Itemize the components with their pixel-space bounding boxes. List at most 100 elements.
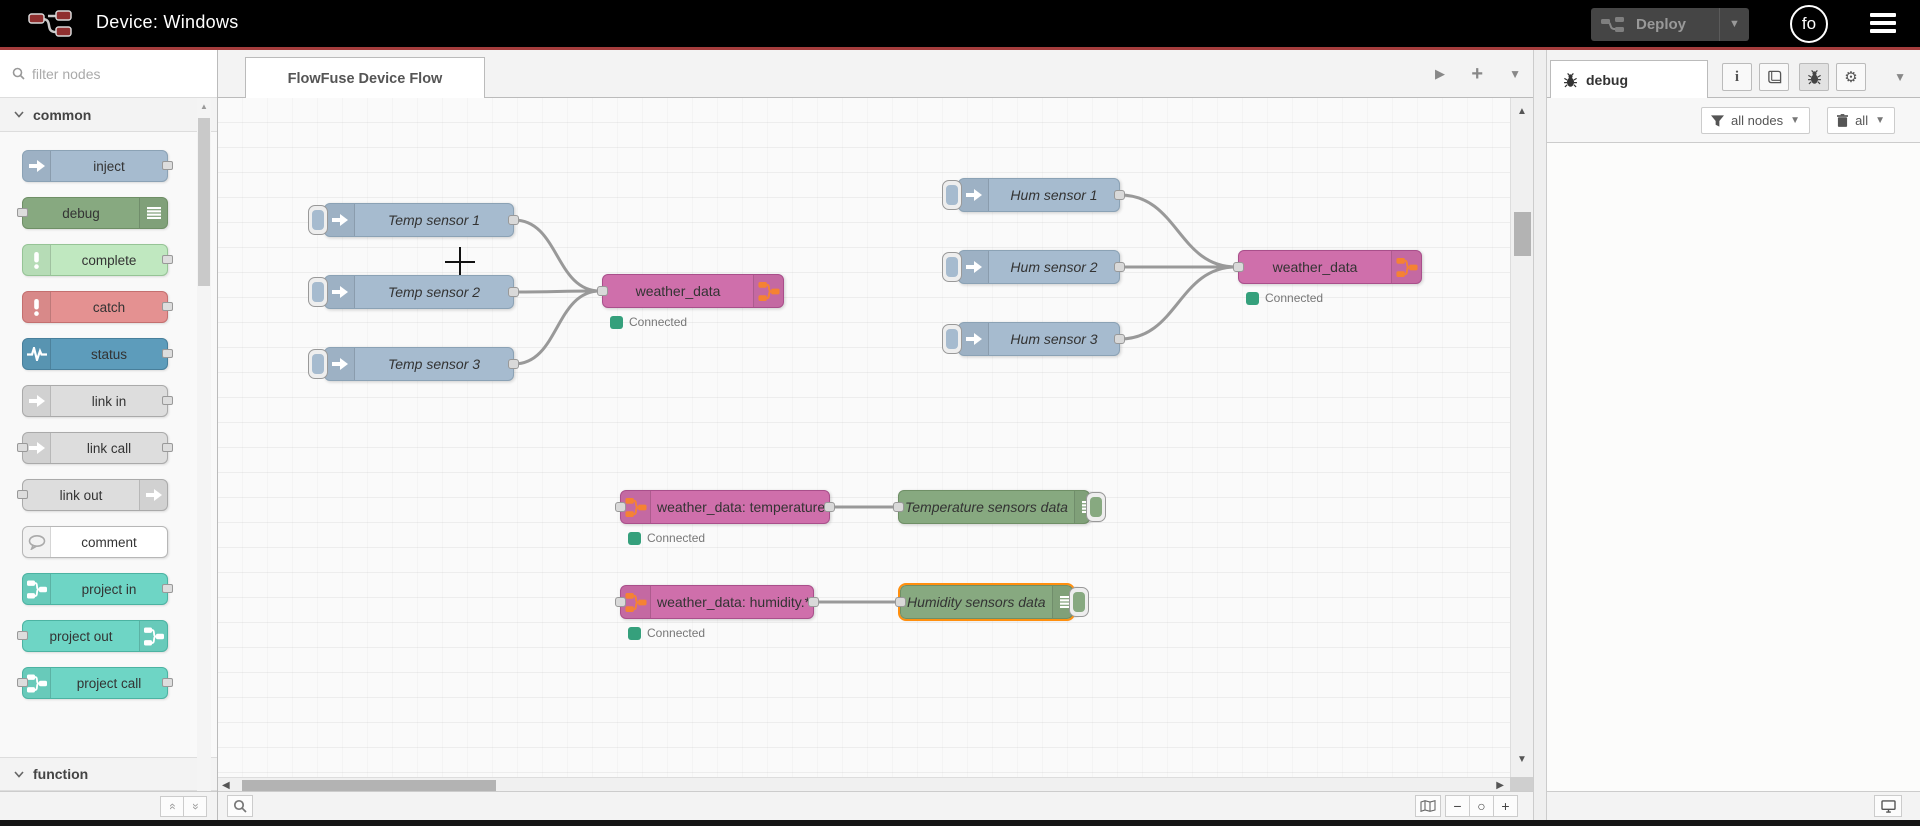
palette-node-comment[interactable]: comment <box>22 526 168 558</box>
palette-node-link-in[interactable]: link in <box>22 385 173 417</box>
config-tab-button[interactable]: ⚙ <box>1836 63 1866 91</box>
flow-node-temperature-sensors-data[interactable]: Temperature sensors data <box>893 490 1106 524</box>
input-port[interactable] <box>895 597 906 607</box>
input-port[interactable] <box>1233 262 1244 272</box>
output-port[interactable] <box>1114 190 1125 200</box>
palette-node-debug[interactable]: debug <box>17 197 168 229</box>
wire[interactable] <box>513 218 601 293</box>
arrow-icon <box>23 386 51 416</box>
palette-node-project-call[interactable]: project call <box>17 667 173 699</box>
palette-node-status[interactable]: status <box>22 338 173 370</box>
canvas-vertical-scrollbar[interactable]: ▲ ▼ <box>1510 98 1533 777</box>
scroll-up-icon[interactable]: ▲ <box>197 102 211 111</box>
palette-scrollbar[interactable]: ▲ <box>197 98 211 791</box>
input-port[interactable] <box>615 597 626 607</box>
inject-button[interactable] <box>942 180 962 210</box>
debug-toggle-button[interactable] <box>1086 492 1106 522</box>
bug-icon <box>1564 72 1577 87</box>
add-flow-button[interactable]: + <box>1471 50 1483 98</box>
flow-node-hum-sensor-3[interactable]: Hum sensor 3 <box>942 322 1125 356</box>
palette-category-common[interactable]: common <box>0 98 217 132</box>
scroll-down-icon[interactable]: ▼ <box>1511 754 1533 765</box>
flow-node-weather-data[interactable]: weather_data <box>597 274 784 308</box>
debug-filter-row: all nodes ▼ all ▼ <box>1547 98 1920 142</box>
main-menu-button[interactable] <box>1870 13 1896 37</box>
chevron-down-icon: ▼ <box>1790 115 1800 126</box>
flow-node-hum-sensor-2[interactable]: Hum sensor 2 <box>942 250 1125 284</box>
palette-scrollbar-thumb[interactable] <box>198 118 210 286</box>
sidebar-tabs-chevron-icon[interactable]: ▼ <box>1894 70 1906 84</box>
palette-node-project-out[interactable]: project out <box>17 620 168 652</box>
output-port[interactable] <box>508 215 519 225</box>
inject-button[interactable] <box>942 252 962 282</box>
palette-category-function[interactable]: function <box>0 757 217 791</box>
inject-button[interactable] <box>942 324 962 354</box>
scroll-up-icon[interactable]: ▲ <box>1511 106 1533 117</box>
inject-button[interactable] <box>308 277 328 307</box>
tab-flowfuse-device-flow[interactable]: FlowFuse Device Flow <box>245 57 485 99</box>
output-port[interactable] <box>1114 334 1125 344</box>
output-port[interactable] <box>824 502 835 512</box>
wire[interactable] <box>1119 193 1237 269</box>
status-dot-icon <box>1246 291 1259 305</box>
help-tab-button[interactable] <box>1759 63 1789 91</box>
canvas-horizontal-scrollbar[interactable]: ◀ ▶ <box>218 777 1510 792</box>
flow-node-weather-data-temperature-[interactable]: weather_data: temperature.* <box>615 490 835 524</box>
output-port[interactable] <box>808 597 819 607</box>
palette-node-link-out[interactable]: link out <box>17 479 168 511</box>
palette-node-complete[interactable]: complete <box>22 244 173 276</box>
zoom-in-button[interactable]: + <box>1493 795 1518 817</box>
output-port[interactable] <box>508 359 519 369</box>
sidebar-splitter[interactable] <box>1533 50 1547 820</box>
wire[interactable] <box>1119 265 1237 341</box>
debug-clear-button[interactable]: all ▼ <box>1827 107 1895 134</box>
flow-node-humidity-sensors-data[interactable]: Humidity sensors data <box>895 583 1089 621</box>
navigator-map-button[interactable] <box>1415 795 1441 817</box>
flow-node-hum-sensor-1[interactable]: Hum sensor 1 <box>942 178 1125 212</box>
input-port[interactable] <box>615 502 626 512</box>
palette-node-link-call[interactable]: link call <box>17 432 173 464</box>
palette-node-project-in[interactable]: project in <box>22 573 173 605</box>
zoom-reset-button[interactable]: ○ <box>1469 795 1494 817</box>
output-port[interactable] <box>508 287 519 297</box>
open-console-button[interactable] <box>1874 795 1902 817</box>
flow-node-temp-sensor-1[interactable]: Temp sensor 1 <box>308 203 519 237</box>
zoom-out-button[interactable]: − <box>1445 795 1470 817</box>
inject-button[interactable] <box>308 349 328 379</box>
sidebar-footer <box>1547 791 1920 820</box>
flow-node-temp-sensor-2[interactable]: Temp sensor 2 <box>308 275 519 309</box>
palette-node-catch[interactable]: catch <box>22 291 173 323</box>
input-port[interactable] <box>893 502 904 512</box>
node-label: link in <box>91 393 127 409</box>
collapse-categories-button[interactable]: « <box>160 796 184 817</box>
canvas-search-button[interactable] <box>227 795 253 817</box>
inject-button[interactable] <box>308 205 328 235</box>
flow-node-weather-data-humidity-[interactable]: weather_data: humidity.* <box>615 585 819 619</box>
input-port[interactable] <box>597 286 608 296</box>
hscroll-thumb[interactable] <box>242 780 496 791</box>
vscroll-thumb[interactable] <box>1514 212 1531 256</box>
debug-toggle-button[interactable] <box>1069 587 1089 617</box>
flow-canvas[interactable]: Temp sensor 1 Temp sensor 2 Temp sensor 3 C… <box>218 98 1510 777</box>
tab-debug[interactable]: debug <box>1550 60 1708 99</box>
flow-node-temp-sensor-3[interactable]: Temp sensor 3 <box>308 347 519 381</box>
debug-filter-button[interactable]: all nodes ▼ <box>1701 107 1810 134</box>
deploy-button[interactable]: Deploy ▼ <box>1591 8 1749 41</box>
user-avatar[interactable]: fo <box>1790 5 1828 43</box>
flow-node-weather-data[interactable]: weather_data <box>1233 250 1422 284</box>
palette-filter-input[interactable] <box>32 65 182 82</box>
palette-item-list: inject debug complete catch status link in lin… <box>0 132 217 699</box>
palette-node-inject[interactable]: inject <box>22 150 173 182</box>
wire[interactable] <box>513 289 601 366</box>
output-port[interactable] <box>1114 262 1125 272</box>
book-icon <box>1767 70 1781 84</box>
run-flow-button[interactable]: ▶ <box>1435 50 1445 98</box>
header-bar: Device: Windows Deploy ▼ fo <box>0 0 1920 47</box>
info-tab-button[interactable]: i <box>1722 63 1752 91</box>
expand-categories-button[interactable]: » <box>183 796 207 817</box>
flow-list-chevron-icon[interactable]: ▼ <box>1509 50 1521 98</box>
deploy-options-chevron-icon[interactable]: ▼ <box>1719 8 1749 41</box>
list-icon <box>139 198 167 228</box>
debug-tab-button[interactable] <box>1799 63 1829 91</box>
node-label: weather_data: humidity.* <box>657 594 811 610</box>
